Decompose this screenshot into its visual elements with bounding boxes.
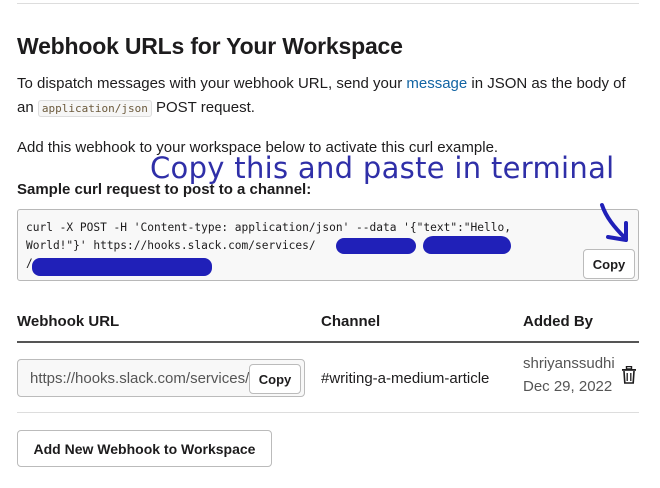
webhook-url-value: https://hooks.slack.com/services/ — [30, 370, 250, 387]
curl-line-1: curl -X POST -H 'Content-type: applicati… — [26, 221, 511, 234]
handwritten-annotation: Copy this and paste in terminal — [150, 151, 615, 185]
row-divider — [17, 412, 639, 413]
message-link[interactable]: message — [406, 75, 467, 92]
intro-text-1: To dispatch messages with your webhook U… — [17, 75, 407, 92]
channel-name: #writing-a-medium-article — [321, 370, 490, 387]
inline-code-content-type: application/json — [37, 100, 152, 117]
add-new-webhook-button[interactable]: Add New Webhook to Workspace — [17, 430, 272, 467]
trash-icon[interactable] — [621, 366, 637, 384]
added-by-user: shriyanssudhi — [523, 355, 615, 372]
redaction-mark — [336, 238, 416, 254]
curl-code-box[interactable]: curl -X POST -H 'Content-type: applicati… — [17, 209, 639, 281]
column-header-channel: Channel — [321, 313, 381, 330]
intro-paragraph: To dispatch messages with your webhook U… — [17, 72, 642, 121]
header-divider — [17, 341, 639, 343]
redaction-mark — [423, 236, 511, 254]
added-date: Dec 29, 2022 — [523, 378, 613, 395]
top-divider — [17, 3, 639, 4]
intro-text-3: POST request. — [151, 99, 255, 116]
copy-curl-button[interactable]: Copy — [583, 249, 635, 279]
column-header-added-by: Added By — [523, 313, 594, 330]
column-header-webhook-url: Webhook URL — [17, 313, 120, 330]
arrow-annotation-icon — [600, 203, 628, 242]
page-title: Webhook URLs for Your Workspace — [17, 33, 403, 59]
redaction-mark — [32, 258, 212, 276]
curl-line-2: World!"}' https://hooks.slack.com/servic… — [26, 239, 316, 252]
copy-webhook-url-button[interactable]: Copy — [249, 364, 301, 394]
